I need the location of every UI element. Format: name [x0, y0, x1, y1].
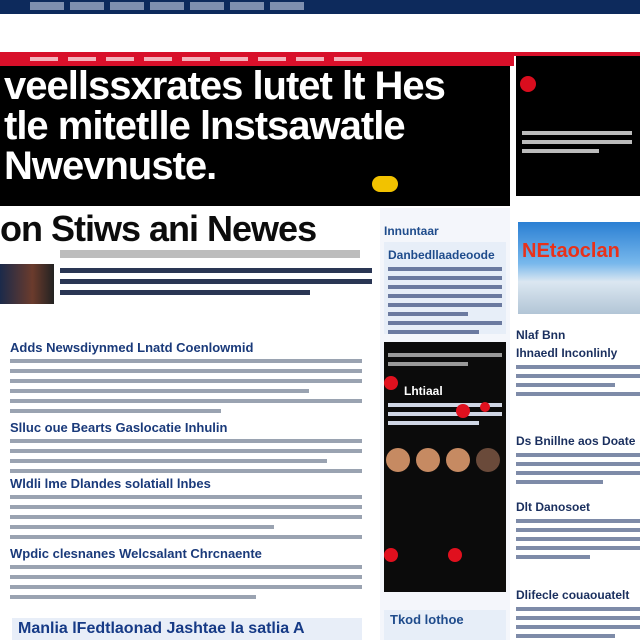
live-dot-icon [456, 404, 470, 418]
right-block-5[interactable]: Dlifecle couaouatelt [516, 588, 640, 638]
section-link[interactable] [106, 57, 134, 61]
article-2-body [10, 439, 362, 473]
avatar[interactable] [416, 448, 440, 472]
right-block-4-title[interactable]: Dlt Danosoet [516, 500, 640, 514]
article-1[interactable]: Adds Newsdiynmed Lnatd Coenlowmid [10, 340, 362, 413]
right-block-2[interactable]: Ihnaedl Inconlinly [516, 346, 640, 396]
section-link[interactable] [258, 57, 286, 61]
middle-column: Innuntaar Danbedllaadeoode Lhtiaal Tkod … [380, 208, 510, 640]
mid-card-4-title[interactable]: Tkod lothoe [390, 612, 500, 627]
section-link[interactable] [334, 57, 362, 61]
hero-headline-line-3: Nwevnuste. [4, 144, 217, 188]
bottom-headline-banner[interactable]: Manlia lFedtlaonad Jashtae la satlia A [12, 618, 362, 640]
right-dark-panel-text [522, 126, 632, 153]
article-1-body [10, 359, 362, 413]
mid-card-2-title[interactable]: Danbedllaadeoode [388, 248, 502, 262]
right-feature-photo[interactable]: NEtaoclan [518, 222, 640, 314]
lead-story-text [60, 264, 372, 314]
avatar[interactable] [386, 448, 410, 472]
nav-link[interactable] [190, 2, 224, 10]
nav-link[interactable] [270, 2, 304, 10]
live-dot-icon [384, 548, 398, 562]
top-nav-links [0, 0, 640, 12]
nav-link[interactable] [110, 2, 144, 10]
live-dot-icon [520, 76, 536, 92]
live-dot-icon [480, 402, 490, 412]
section-link[interactable] [144, 57, 172, 61]
right-block-2-text [516, 365, 640, 396]
right-block-1-title[interactable]: Nlaf Bnn [516, 328, 640, 342]
mid-card-1-title[interactable]: Innuntaar [384, 224, 506, 238]
right-sidebar: NEtaoclan Nlaf Bnn Ihnaedl Inconlinly Ds… [514, 56, 640, 640]
live-dot-icon [448, 548, 462, 562]
mid-card-3-top-lines [388, 353, 502, 366]
people-thumbnails[interactable] [386, 448, 502, 476]
right-block-3[interactable]: Ds Bnillne aos Doate [516, 434, 640, 484]
mid-card-4[interactable]: Tkod lothoe [384, 610, 506, 640]
article-3[interactable]: Wldli lme Dlandes solatiall lnbes [10, 476, 362, 539]
nav-link[interactable] [150, 2, 184, 10]
article-3-heading[interactable]: Wldli lme Dlandes solatiall lnbes [10, 476, 362, 491]
right-block-3-text [516, 453, 640, 484]
right-feature-photo-caption: NEtaoclan [522, 240, 620, 262]
section-link[interactable] [220, 57, 248, 61]
right-block-4-text [516, 519, 640, 559]
mid-card-2[interactable]: Danbedllaadeoode [384, 242, 506, 334]
live-dot-icon [384, 376, 398, 390]
mid-card-2-text [388, 267, 502, 334]
article-3-body [10, 495, 362, 539]
section-title: on Stiws ani Newes [0, 208, 317, 248]
nav-link[interactable] [30, 2, 64, 10]
section-link[interactable] [182, 57, 210, 61]
hero-headline-line-2: tle mitetlle lnstsawatle [4, 104, 406, 148]
section-link[interactable] [68, 57, 96, 61]
hero-banner[interactable]: veellssxrates lutet lt Hes tle mitetlle … [0, 66, 510, 206]
lead-story[interactable] [0, 264, 372, 314]
right-block-1[interactable]: Nlaf Bnn [516, 328, 640, 342]
article-4-heading[interactable]: Wpdic clesnanes Welcsalant Chrcnaente [10, 546, 362, 561]
right-block-2-title[interactable]: Ihnaedl Inconlinly [516, 346, 640, 360]
avatar[interactable] [476, 448, 500, 472]
section-link[interactable] [296, 57, 324, 61]
section-subtitle-bar [60, 250, 360, 258]
hero-logo-icon [372, 176, 398, 192]
article-4[interactable]: Wpdic clesnanes Welcsalant Chrcnaente [10, 546, 362, 599]
right-block-5-text [516, 607, 640, 638]
nav-link[interactable] [70, 2, 104, 10]
right-block-3-title[interactable]: Ds Bnillne aos Doate [516, 434, 640, 448]
article-2-heading[interactable]: Slluc oue Bearts Gaslocatie Inhulin [10, 420, 362, 435]
right-block-5-title[interactable]: Dlifecle couaouatelt [516, 588, 640, 602]
avatar[interactable] [446, 448, 470, 472]
hero-headline-line-1: veellssxrates lutet lt Hes [4, 66, 446, 108]
nav-link[interactable] [230, 2, 264, 10]
right-block-4[interactable]: Dlt Danosoet [516, 500, 640, 559]
section-link[interactable] [30, 57, 58, 61]
lead-story-thumbnail[interactable] [0, 264, 54, 304]
top-nav-bar [0, 0, 640, 14]
article-2[interactable]: Slluc oue Bearts Gaslocatie Inhulin [10, 420, 362, 473]
mid-card-1[interactable]: Innuntaar [384, 224, 506, 238]
right-dark-panel[interactable] [516, 56, 640, 196]
mid-card-3-title[interactable]: Lhtiaal [388, 384, 502, 398]
article-1-heading[interactable]: Adds Newsdiynmed Lnatd Coenlowmid [10, 340, 362, 355]
article-4-body [10, 565, 362, 599]
